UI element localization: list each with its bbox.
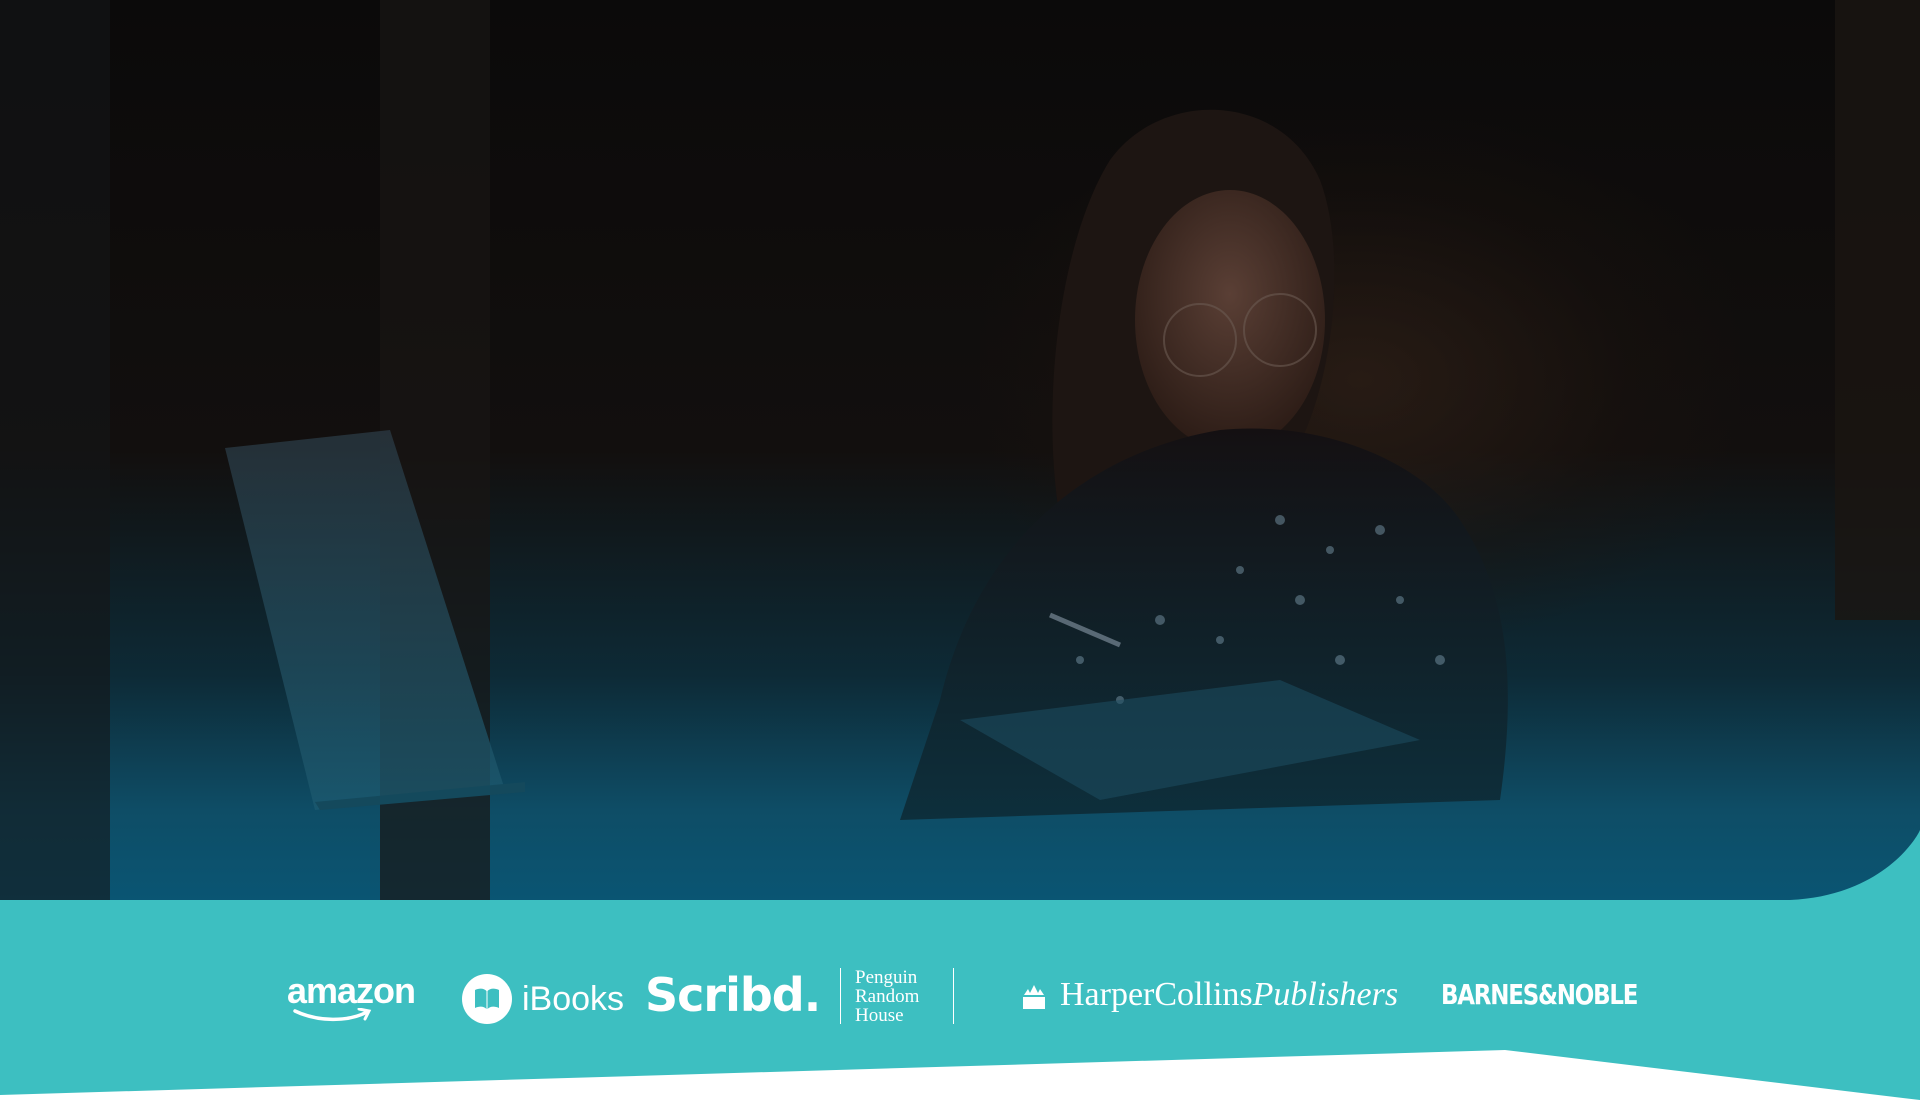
woman-image — [900, 109, 1508, 820]
scribd-logo: Scribd. — [645, 968, 821, 1022]
hero-photo — [0, 0, 1920, 900]
amazon-logo: amazon — [287, 970, 416, 1022]
partner-logos: amazon iBooks Scribd. Penguin Random Hou… — [287, 967, 1638, 1026]
harpercollins-logo: HarperCollinsPublishers — [1022, 976, 1398, 1014]
open-book-icon — [462, 974, 512, 1024]
penguin-random-house-logo: Penguin Random House — [840, 968, 954, 1025]
background-curtain — [0, 0, 110, 900]
barnes-and-noble-logo: BARNES&NOBLE — [1441, 978, 1638, 1011]
amazon-smile-icon — [293, 1008, 372, 1022]
fire-building-icon — [1023, 985, 1045, 1010]
laptop-image — [225, 430, 525, 810]
background-bookshelf — [1835, 0, 1920, 620]
